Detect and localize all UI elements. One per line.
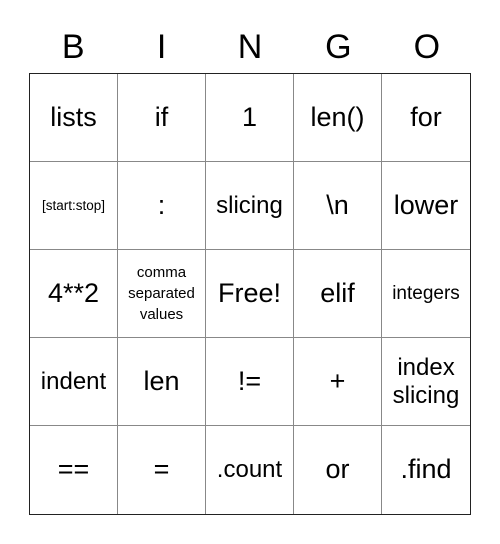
bingo-cell[interactable]: for: [382, 74, 470, 162]
bingo-cell[interactable]: .find: [382, 426, 470, 514]
bingo-cell[interactable]: !=: [206, 338, 294, 426]
bingo-cell[interactable]: lists: [30, 74, 118, 162]
free-space[interactable]: Free!: [206, 250, 294, 338]
bingo-cell[interactable]: [start:stop]: [30, 162, 118, 250]
header-letter-n: N: [237, 28, 263, 66]
bingo-cell[interactable]: ==: [30, 426, 118, 514]
bingo-cell[interactable]: comma separated values: [118, 250, 206, 338]
bingo-cell[interactable]: \n: [294, 162, 382, 250]
bingo-cell[interactable]: len(): [294, 74, 382, 162]
bingo-cell[interactable]: slicing: [206, 162, 294, 250]
bingo-cell[interactable]: len: [118, 338, 206, 426]
bingo-cell[interactable]: indent: [30, 338, 118, 426]
bingo-cell[interactable]: lower: [382, 162, 470, 250]
bingo-cell[interactable]: .count: [206, 426, 294, 514]
bingo-cell[interactable]: 1: [206, 74, 294, 162]
bingo-card: lists if 1 len() for [start:stop] : slic…: [29, 73, 471, 515]
bingo-cell[interactable]: +: [294, 338, 382, 426]
header-letter-i: I: [156, 28, 167, 66]
bingo-cell[interactable]: =: [118, 426, 206, 514]
bingo-cell[interactable]: elif: [294, 250, 382, 338]
bingo-cell[interactable]: if: [118, 74, 206, 162]
bingo-cell[interactable]: integers: [382, 250, 470, 338]
bingo-header: B I N G O: [29, 22, 471, 72]
bingo-cell[interactable]: or: [294, 426, 382, 514]
bingo-cell[interactable]: index slicing: [382, 338, 470, 426]
header-letter-g: G: [325, 28, 352, 66]
bingo-cell[interactable]: :: [118, 162, 206, 250]
header-letter-o: O: [413, 28, 441, 66]
bingo-cell[interactable]: 4**2: [30, 250, 118, 338]
header-letter-b: B: [61, 28, 85, 66]
